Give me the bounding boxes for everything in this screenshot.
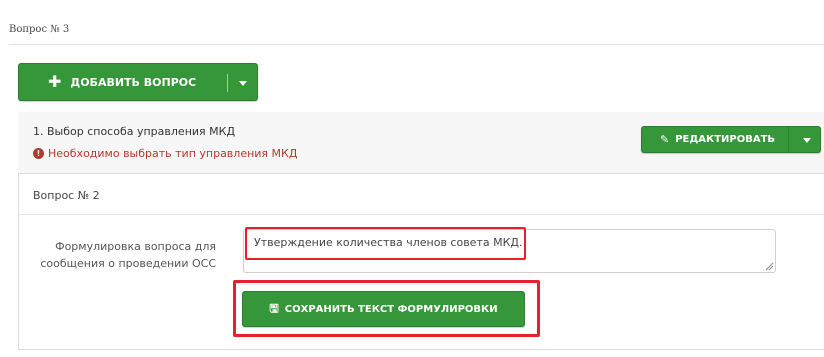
exclamation-circle-icon: ! [33,148,44,159]
highlight-frame-textarea [245,227,526,260]
question-label-top: Вопрос № 3 [9,24,70,35]
plus-icon: ✚ [48,72,62,91]
divider [18,214,824,215]
button-separator [788,127,789,152]
add-question-button[interactable]: ✚ ДОБАВИТЬ ВОПРОС [18,63,258,101]
highlight-frame-save [233,280,540,337]
pencil-icon: ✎ [660,133,670,146]
add-question-dropdown-toggle[interactable] [239,81,247,86]
caret-down-icon [803,138,811,143]
divider [9,44,824,45]
validation-warning: ! Необходимо выбрать тип управления МКД [33,147,297,160]
edit-dropdown-toggle[interactable] [803,138,811,143]
caret-down-icon [239,81,247,86]
question-number-label: Вопрос № 2 [33,189,100,202]
resize-grip-icon[interactable] [765,262,774,271]
edit-button[interactable]: ✎ РЕДАКТИРОВАТЬ [641,126,821,153]
question-title: 1. Выбор способа управления МКД [33,125,236,138]
edit-button-label: РЕДАКТИРОВАТЬ [675,134,776,145]
button-separator [227,74,228,92]
warning-text: Необходимо выбрать тип управления МКД [48,147,298,160]
wording-field-label: Формулировка вопроса для сообщения о про… [40,240,216,270]
add-question-label: ДОБАВИТЬ ВОПРОС [70,75,197,89]
